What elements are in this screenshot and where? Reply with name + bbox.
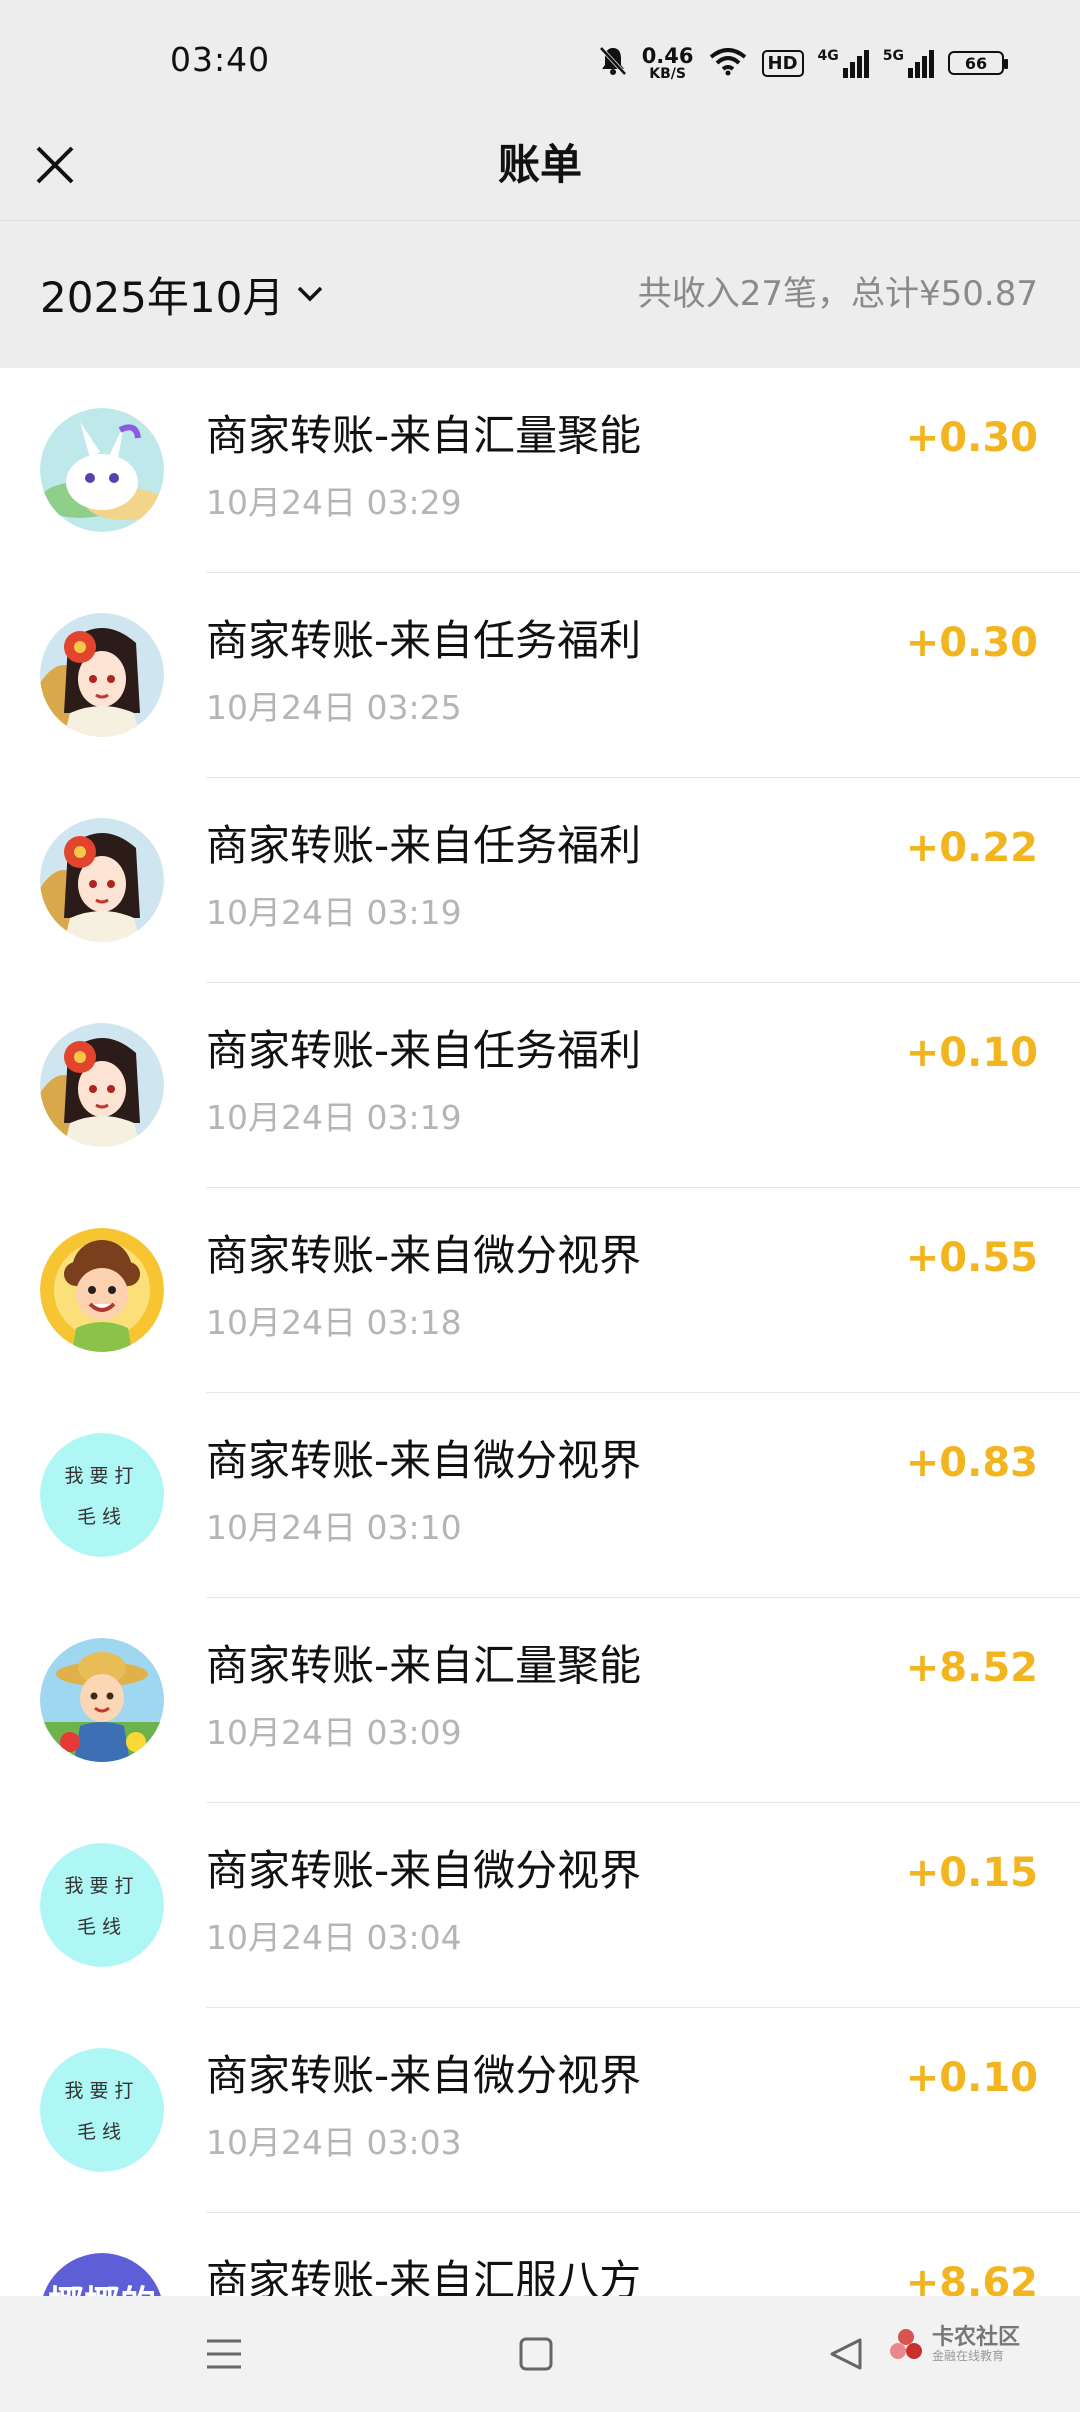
avatar-text-line2: 毛线 bbox=[76, 1506, 127, 1528]
month-label: 2025年10月 bbox=[40, 272, 285, 322]
lady-avatar-illustration bbox=[40, 613, 164, 737]
merchant-avatar bbox=[40, 1228, 164, 1352]
home-square-icon bbox=[519, 2337, 553, 2371]
hd-badge: HD bbox=[761, 49, 804, 77]
transaction-row[interactable]: 商家转账-来自任务福利 10月24日 03:25 +0.30 bbox=[0, 573, 1080, 778]
transaction-date: 10月24日 03:09 bbox=[206, 1713, 462, 1752]
boy-avatar-illustration bbox=[40, 1228, 164, 1352]
merchant-avatar bbox=[40, 613, 164, 737]
text-avatar: 我要打 毛线 bbox=[40, 2048, 164, 2172]
signal-label-4g: 4G bbox=[817, 48, 839, 64]
header: 账单 bbox=[0, 110, 1080, 221]
transaction-row[interactable]: 商家转账-来自汇量聚能 10月24日 03:09 +8.52 bbox=[0, 1598, 1080, 1803]
transaction-title: 商家转账-来自微分视界 bbox=[206, 1436, 642, 1485]
transaction-amount: +0.10 bbox=[905, 2055, 1038, 2101]
watermark: 卡农社区 金融在线教育 bbox=[888, 2325, 1020, 2364]
net-speed-unit: KB/S bbox=[649, 65, 686, 82]
transaction-row[interactable]: 我要打 毛线 商家转账-来自微分视界 10月24日 03:10 +0.83 bbox=[0, 1393, 1080, 1598]
transaction-title: 商家转账-来自任务福利 bbox=[206, 616, 642, 665]
merchant-avatar: 我要打 毛线 bbox=[40, 1843, 164, 1967]
transaction-row[interactable]: 商家转账-来自任务福利 10月24日 03:19 +0.10 bbox=[0, 983, 1080, 1188]
transaction-row[interactable]: 我要打 毛线 商家转账-来自微分视界 10月24日 03:03 +0.10 bbox=[0, 2008, 1080, 2213]
navigation-bar: 卡农社区 金融在线教育 bbox=[0, 2296, 1080, 2412]
transaction-amount: +0.30 bbox=[905, 620, 1038, 666]
transaction-title: 商家转账-来自汇量聚能 bbox=[206, 411, 642, 460]
avatar-text-line1: 我要打 bbox=[64, 1875, 140, 1897]
transaction-amount: +0.30 bbox=[905, 415, 1038, 461]
wifi-icon bbox=[708, 46, 748, 80]
transaction-date: 10月24日 03:19 bbox=[206, 893, 462, 932]
menu-button[interactable] bbox=[194, 2324, 254, 2384]
transaction-row[interactable]: 我要打 毛线 商家转账-来自微分视界 10月24日 03:04 +0.15 bbox=[0, 1803, 1080, 2008]
transaction-date: 10月24日 03:03 bbox=[206, 2123, 462, 2162]
transaction-title: 商家转账-来自任务福利 bbox=[206, 821, 642, 870]
merchant-avatar bbox=[40, 1638, 164, 1762]
farmer-avatar-illustration bbox=[40, 1638, 164, 1762]
rabbit-avatar-illustration bbox=[40, 408, 164, 532]
transaction-amount: +0.55 bbox=[905, 1235, 1038, 1281]
net-speed: 0.46 KB/S bbox=[641, 43, 694, 82]
battery-icon: 66 bbox=[948, 51, 1008, 75]
bell-muted-icon bbox=[598, 45, 628, 81]
transaction-date: 10月24日 03:29 bbox=[206, 483, 462, 522]
transaction-row[interactable]: 商家转账-来自微分视界 10月24日 03:18 +0.55 bbox=[0, 1188, 1080, 1393]
transaction-date: 10月24日 03:25 bbox=[206, 688, 462, 727]
transaction-amount: +8.52 bbox=[905, 1645, 1038, 1691]
avatar-text-line2: 毛线 bbox=[76, 1916, 127, 1938]
back-button[interactable] bbox=[816, 2324, 876, 2384]
app-screen: 03:40 0.46 KB/S HD 4G 5G 66 账单 2025年10月 … bbox=[0, 0, 1080, 2412]
watermark-sub: 金融在线教育 bbox=[931, 2349, 1004, 2364]
status-time: 03:40 bbox=[170, 40, 271, 79]
avatar-text-line2: 毛线 bbox=[76, 2121, 127, 2143]
transaction-amount: +0.10 bbox=[905, 1030, 1038, 1076]
transaction-title: 商家转账-来自汇量聚能 bbox=[206, 1641, 642, 1690]
menu-icon bbox=[207, 2339, 241, 2369]
page-title: 账单 bbox=[497, 140, 582, 189]
income-summary: 共收入27笔，总计¥50.87 bbox=[637, 274, 1038, 314]
text-avatar: 我要打 毛线 bbox=[40, 1433, 164, 1557]
signal-icon: 4G bbox=[818, 48, 869, 78]
transaction-list: 商家转账-来自汇量聚能 10月24日 03:29 +0.30 商家转账-来自任务福利 1… bbox=[0, 368, 1080, 2412]
month-selector[interactable]: 2025年10月 bbox=[40, 261, 324, 327]
transaction-row[interactable]: 商家转账-来自汇量聚能 10月24日 03:29 +0.30 bbox=[0, 368, 1080, 573]
transaction-title: 商家转账-来自微分视界 bbox=[206, 1846, 642, 1895]
merchant-avatar bbox=[40, 1023, 164, 1147]
status-bar: 03:40 0.46 KB/S HD 4G 5G 66 bbox=[0, 0, 1080, 110]
watermark-logo-icon bbox=[889, 2328, 922, 2359]
net-speed-value: 0.46 bbox=[641, 43, 694, 68]
home-button[interactable] bbox=[506, 2324, 566, 2384]
transaction-title: 商家转账-来自微分视界 bbox=[206, 2051, 642, 2100]
transaction-title: 商家转账-来自微分视界 bbox=[206, 1231, 642, 1280]
lady-avatar-illustration bbox=[40, 818, 164, 942]
merchant-avatar: 我要打 毛线 bbox=[40, 2048, 164, 2172]
month-bar: 2025年10月 共收入27笔，总计¥50.87 bbox=[0, 221, 1080, 368]
merchant-avatar: 我要打 毛线 bbox=[40, 1433, 164, 1557]
transaction-amount: +0.83 bbox=[905, 1440, 1038, 1486]
lady-avatar-illustration bbox=[40, 1023, 164, 1147]
transaction-title: 商家转账-来自任务福利 bbox=[206, 1026, 642, 1075]
transaction-date: 10月24日 03:19 bbox=[206, 1098, 462, 1137]
avatar-text-line1: 我要打 bbox=[64, 2080, 140, 2102]
transaction-row[interactable]: 商家转账-来自任务福利 10月24日 03:19 +0.22 bbox=[0, 778, 1080, 983]
watermark-main: 卡农社区 bbox=[931, 2325, 1020, 2350]
back-triangle-icon bbox=[830, 2338, 862, 2370]
merchant-avatar bbox=[40, 408, 164, 532]
transaction-date: 10月24日 03:10 bbox=[206, 1508, 462, 1547]
merchant-avatar bbox=[40, 818, 164, 942]
transaction-amount: +0.15 bbox=[905, 1850, 1038, 1896]
chevron-down-icon bbox=[298, 286, 323, 302]
status-icons: 0.46 KB/S HD 4G 5G 66 bbox=[598, 38, 1008, 88]
transaction-date: 10月24日 03:04 bbox=[206, 1918, 462, 1957]
signal-icon-5g: 5G bbox=[883, 48, 934, 78]
transaction-amount: +0.22 bbox=[905, 825, 1038, 871]
transaction-date: 10月24日 03:18 bbox=[206, 1303, 462, 1342]
signal-label-5g: 5G bbox=[882, 48, 904, 64]
avatar-text-line1: 我要打 bbox=[64, 1465, 140, 1487]
text-avatar: 我要打 毛线 bbox=[40, 1843, 164, 1967]
